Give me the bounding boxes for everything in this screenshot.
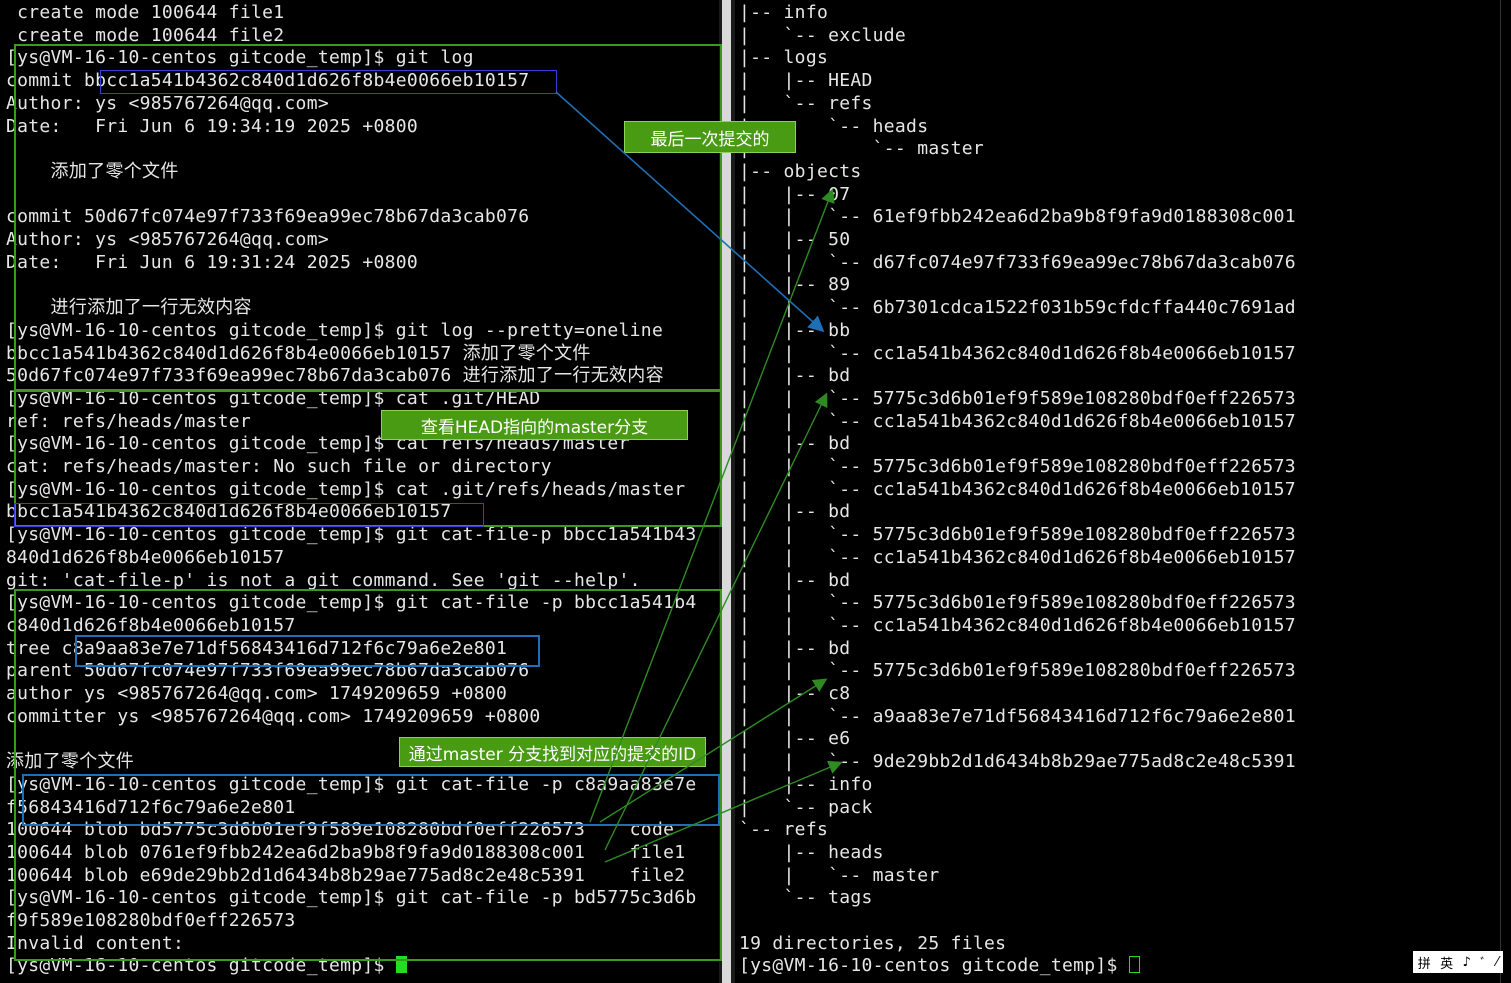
terminal-line: create mode 100644 file1 [6,2,285,23]
terminal-line: `-- tags [739,887,873,909]
terminal-line: | `-- exclude [739,24,907,46]
terminal-line: | | `-- 5775c3d6b01ef9f589e108280bdf0eff… [739,387,1296,409]
terminal-line: | | `-- a9aa83e7e71df56843416d712f6c79a6… [739,705,1296,727]
master-ref-id-highlight [14,503,484,527]
terminal-line: | |-- bd [739,637,851,659]
ime-settings-icon[interactable]: ⁄ [1496,955,1498,970]
terminal-line: | |-- bb [739,319,851,341]
terminal-line: |-- logs [739,47,829,69]
terminal-line: | |-- 50 [739,229,851,250]
terminal-cursor [1128,956,1140,974]
tree-cat-highlight [22,774,720,826]
terminal-line: | | `-- 5775c3d6b01ef9f589e108280bdf0eff… [739,592,1296,614]
terminal-line: | | `-- d67fc074e97f733f69ea99ec78b67da3… [739,251,1296,273]
tree-id-highlight [75,635,540,667]
terminal-line: | |-- bd [739,569,851,591]
terminal-line: | |-- bd [739,501,851,523]
window-edge [1500,0,1501,983]
terminal-line: | | `-- cc1a541b4362c840d1d626f8b4e0066e… [739,614,1296,636]
terminal-line: | `-- pack [739,796,873,818]
right-terminal[interactable]: |-- info | `-- exclude |-- logs | |-- HEAD |… [735,0,1511,983]
terminal-line: |-- objects [739,160,862,182]
terminal-line: [ys@VM-16-10-centos gitcode_temp]$ [739,955,1140,978]
terminal-line: | | `-- cc1a541b4362c840d1d626f8b4e0066e… [739,410,1296,432]
terminal-line: | |-- HEAD [739,70,873,92]
terminal-line: | | `-- cc1a541b4362c840d1d626f8b4e0066e… [739,342,1296,364]
terminal-line: |-- info [739,2,829,23]
annotation-head-master: 查看HEAD指向的master分支 [381,410,688,440]
ime-pinyin-icon[interactable]: 拼 [1418,953,1431,972]
terminal-line: | |-- bd [739,365,851,387]
terminal-line: | | `-- 61ef9fbb242ea6d2ba9b8f9fa9d01883… [739,206,1296,228]
ime-mode-icon[interactable]: ﾞ [1480,953,1487,972]
terminal-line: | | `-- 6b7301cdca1522f031b59cfdcffa440c… [739,297,1296,319]
terminal-line: | |-- c8 [739,683,851,704]
terminal-line: 19 directories, 25 files [739,932,1007,954]
terminal-line: | |-- info [739,773,873,795]
terminal-line: | | `-- cc1a541b4362c840d1d626f8b4e0066e… [739,546,1296,568]
terminal-line: 840d1d626f8b4e0066eb10157 [6,546,285,568]
commit-id-highlight [100,70,557,94]
ime-toolbar[interactable]: 拼 英 ♪ ﾞ ⁄ [1413,951,1503,973]
git-log-highlight-box [14,44,722,392]
terminal-line: | | `-- 5775c3d6b01ef9f589e108280bdf0eff… [739,524,1296,546]
annotation-last-commit: 最后一次提交的 [624,121,796,153]
terminal-line: |-- heads [739,841,884,863]
ime-english-icon[interactable]: 英 [1440,953,1453,972]
terminal-line: | `-- master [739,864,940,886]
annotation-find-commit: 通过master 分支找到对应的提交的ID [399,737,706,767]
terminal-line: | |-- 07 [739,183,851,205]
terminal-line: | `-- refs [739,92,873,114]
terminal-line: | | `-- 5775c3d6b01ef9f589e108280bdf0eff… [739,660,1296,682]
terminal-line: `-- refs [739,819,829,841]
terminal-line: | |-- bd [739,433,851,455]
terminal-line: | |-- e6 [739,728,851,750]
terminal-line: | | `-- 9de29bb2d1d6434b8b29ae775ad8c2e4… [739,751,1296,773]
ime-punct-icon[interactable]: ♪ [1463,955,1471,970]
terminal-line: | | `-- cc1a541b4362c840d1d626f8b4e0066e… [739,478,1296,500]
terminal-line: [ys@VM-16-10-centos gitcode_temp]$ git c… [6,524,697,546]
terminal-line: | |-- 89 [739,274,851,296]
terminal-line: | | `-- 5775c3d6b01ef9f589e108280bdf0eff… [739,456,1296,477]
